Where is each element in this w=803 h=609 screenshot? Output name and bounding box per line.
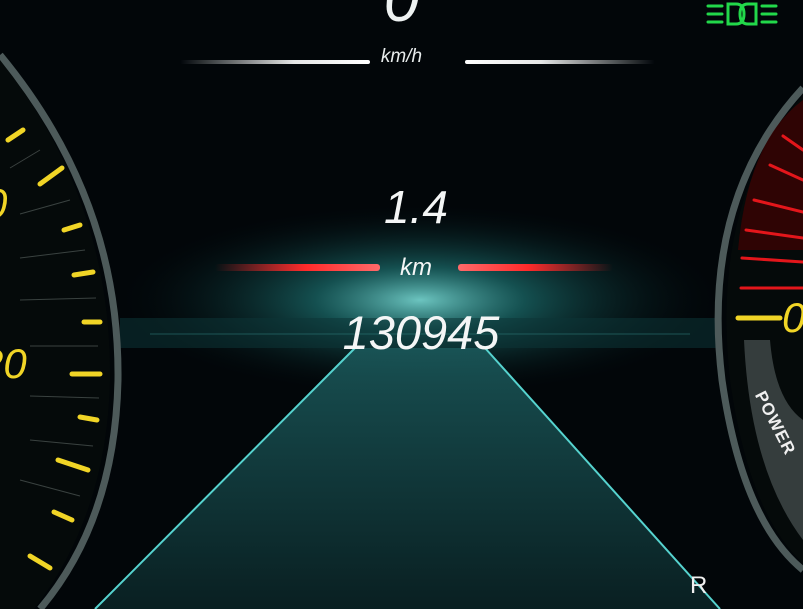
speedometer-scale-label: 20 [0, 340, 27, 387]
trip-distance-unit: km [400, 254, 432, 281]
road-surface [95, 348, 720, 609]
low-beam-headlight-icon [706, 0, 778, 30]
trip-distance-value: 1.4 [384, 181, 448, 233]
speed-value: 0 [0, 0, 803, 36]
speed-unit: km/h [380, 46, 423, 67]
instrument-cluster: 0 km/h 1.4 km 130945 0 20 0 POWER R [0, 0, 803, 609]
speedometer-scale-label: 0 [0, 180, 7, 228]
gear-indicator: R [690, 572, 708, 599]
odometer-reading: 130945 [342, 306, 500, 359]
power-scale-label: 0 [782, 294, 803, 342]
